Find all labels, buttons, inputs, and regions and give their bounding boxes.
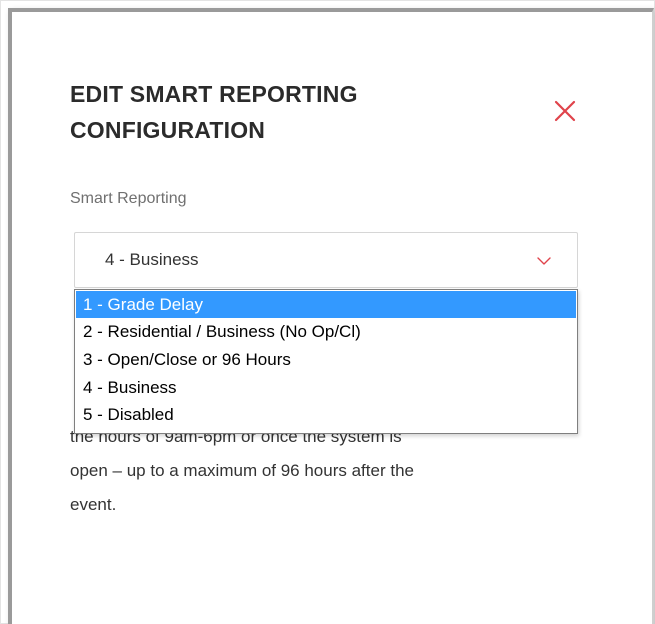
dialog-title-line-2: CONFIGURATION xyxy=(70,117,266,143)
smart-reporting-label: Smart Reporting xyxy=(70,190,187,207)
close-x-icon xyxy=(554,100,576,122)
screen: EDIT SMART REPORTING CONFIGURATION Smart… xyxy=(0,0,655,624)
chevron-down-icon xyxy=(537,257,551,265)
description-line-2: open – up to a maximum of 96 hours after… xyxy=(70,461,414,480)
close-button[interactable] xyxy=(550,96,580,126)
option-disabled[interactable]: 5 - Disabled xyxy=(76,401,576,428)
smart-reporting-select[interactable]: 4 - Business xyxy=(74,232,578,288)
description-line-3: event. xyxy=(70,495,117,514)
select-current-value: 4 - Business xyxy=(105,250,199,269)
dialog-title: EDIT SMART REPORTING CONFIGURATION xyxy=(70,76,470,148)
option-business[interactable]: 4 - Business xyxy=(76,374,576,401)
option-description: the hours of 9am-6pm or once the system … xyxy=(70,420,590,522)
option-grade-delay[interactable]: 1 - Grade Delay xyxy=(76,291,576,318)
dialog-title-line-1: EDIT SMART REPORTING xyxy=(70,81,358,107)
smart-reporting-dropdown-list: 1 - Grade Delay 2 - Residential / Busine… xyxy=(74,289,578,434)
option-residential-business[interactable]: 2 - Residential / Business (No Op/Cl) xyxy=(76,318,576,345)
option-open-close-96-hours[interactable]: 3 - Open/Close or 96 Hours xyxy=(76,346,576,373)
